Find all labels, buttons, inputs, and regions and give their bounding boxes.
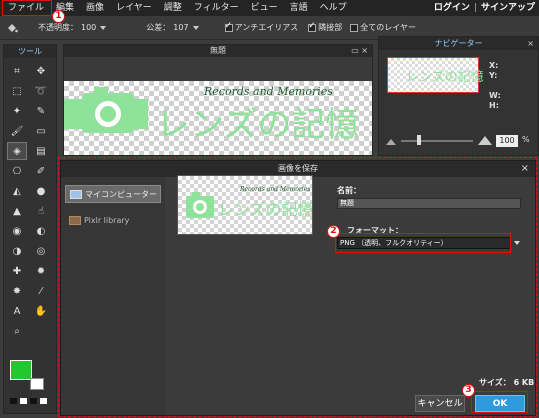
step-marker-2: 2 [327, 225, 340, 238]
navigator-y: Y: [489, 71, 498, 80]
lasso-icon[interactable]: ➰ [31, 82, 51, 100]
crop-icon[interactable]: ⌗ [7, 62, 27, 80]
navigator-w: W: [489, 91, 501, 100]
navigator-thumb-text: レンズの記憶 [406, 70, 484, 85]
background-color-swatch[interactable] [30, 378, 44, 390]
menu-help[interactable]: ヘルプ [314, 0, 353, 16]
signup-link[interactable]: サインアップ [481, 3, 535, 13]
account-links: ログイン | サインアップ [434, 0, 535, 16]
document-canvas[interactable]: Records and Memories レンズの記憶 [64, 81, 372, 155]
highlight-save-dialog [58, 157, 537, 417]
bucket-icon [8, 23, 18, 32]
logo-main-text: レンズの記憶 [156, 105, 360, 145]
tools-title: ツール [4, 45, 56, 58]
reset-colors-black[interactable] [30, 398, 37, 404]
foreground-color-swatch[interactable] [10, 360, 32, 380]
move-icon[interactable]: ✥ [31, 62, 51, 80]
type-icon[interactable]: A [7, 302, 27, 320]
highlight-format-select [335, 233, 511, 253]
brush-icon[interactable]: 🖌 [7, 122, 27, 140]
smudge-icon[interactable]: ☝ [31, 202, 51, 220]
zoom-in-icon[interactable] [477, 134, 493, 146]
stamp-icon[interactable]: ⎔ [7, 162, 27, 180]
menu-adjust[interactable]: 調整 [158, 0, 188, 16]
document-window: 無題 ▭ × Records and Memories レンズの記憶 [63, 44, 373, 156]
step-marker-3: 3 [462, 384, 475, 397]
blur-icon[interactable]: ● [31, 182, 51, 200]
wand-icon[interactable]: ✦ [7, 102, 27, 120]
contiguous-checkbox[interactable] [308, 21, 317, 32]
tools-panel: ツール ⌗ ✥ ⬚ ➰ ✦ ✎ 🖌 ▭ ◈ ▤ ⎔ ✐ ◭ ● ▲ ☝ ◉ ◐ ◑ ◎ ✚ ✹ ✸ ⁄ A ✋ ⌕ [3, 44, 57, 414]
colorreplace-icon[interactable]: ✐ [31, 162, 51, 180]
swap-colors-white[interactable] [20, 398, 27, 404]
tolerance-control[interactable]: 公差： 107 [146, 22, 199, 33]
swap-colors-black[interactable] [10, 398, 17, 404]
bloat-icon[interactable]: ✹ [31, 262, 51, 280]
all-layers-label: 全てのレイヤー [360, 23, 417, 32]
tolerance-label: 公差： [146, 23, 171, 32]
zoom-unit: % [522, 135, 530, 144]
navigator-zoom-bar: 100 % [379, 133, 538, 149]
menu-view[interactable]: ビュー [245, 0, 284, 16]
burn-icon[interactable]: ◑ [7, 242, 27, 260]
navigator-title: ナビゲーター [434, 39, 483, 48]
tolerance-value[interactable]: 107 [173, 23, 188, 32]
highlight-file-menu [2, 0, 52, 16]
menu-filter[interactable]: フィルター [188, 0, 245, 16]
all-layers-option[interactable]: 全てのレイヤー [350, 22, 416, 33]
tool-grid: ⌗ ✥ ⬚ ➰ ✦ ✎ 🖌 ▭ ◈ ▤ ⎔ ✐ ◭ ● ▲ ☝ ◉ ◐ ◑ ◎ ✚ ✹ ✸ ⁄ A ✋ ⌕ [4, 58, 56, 344]
eraser-icon[interactable]: ▭ [31, 122, 51, 140]
antialias-label: アンチエイリアス [234, 23, 299, 32]
reset-colors-white[interactable] [40, 398, 47, 404]
spot-heal-icon[interactable]: ✚ [7, 262, 27, 280]
opacity-value[interactable]: 100 [81, 23, 96, 32]
contiguous-option[interactable]: 隣接部 [308, 21, 343, 33]
zoom-icon[interactable]: ⌕ [7, 322, 27, 340]
chevron-down-icon[interactable] [100, 25, 107, 30]
sharpen-icon[interactable]: ▲ [7, 202, 27, 220]
login-link[interactable]: ログイン [434, 3, 470, 13]
zoom-slider-handle[interactable] [417, 135, 421, 145]
drawing-icon[interactable]: ◭ [7, 182, 27, 200]
menu-bar: ファイル 編集 画像 レイヤー 調整 フィルター ビュー 言語 ヘルプ ログイン… [0, 0, 539, 16]
chevron-down-icon[interactable] [192, 25, 199, 30]
contiguous-label: 隣接部 [318, 23, 343, 32]
antialias-option[interactable]: アンチエイリアス [224, 21, 299, 33]
antialias-checkbox[interactable] [224, 21, 233, 32]
zoom-out-icon[interactable] [385, 136, 397, 146]
maximize-close-icon[interactable]: ▭ × [351, 45, 368, 57]
pinch-icon[interactable]: ✸ [7, 282, 27, 300]
zoom-input[interactable]: 100 [496, 135, 518, 147]
highlight-ok-button [471, 391, 528, 413]
close-icon[interactable]: × [527, 37, 534, 50]
menu-image[interactable]: 画像 [80, 0, 110, 16]
opacity-label: 不透明度： [38, 23, 78, 32]
pencil-icon[interactable]: ✎ [31, 102, 51, 120]
document-titlebar: 無題 ▭ × [64, 45, 372, 57]
menu-language[interactable]: 言語 [284, 0, 314, 16]
bucket-icon[interactable]: ◈ [7, 142, 27, 160]
navigator-thumbnail[interactable]: レンズの記憶 [387, 57, 484, 93]
step-marker-1: 1 [52, 10, 65, 23]
zoom-slider-track[interactable] [401, 140, 473, 142]
navigator-h: H: [489, 101, 499, 110]
account-separator: | [473, 3, 477, 13]
navigator-panel: ナビゲーター × レンズの記憶 X: Y: W: H: 100 % [378, 36, 539, 156]
menu-layer[interactable]: レイヤー [110, 0, 158, 16]
redeye-icon[interactable]: ◎ [31, 242, 51, 260]
hand-icon[interactable]: ✋ [31, 302, 51, 320]
navigator-x: X: [489, 61, 499, 70]
sponge-icon[interactable]: ◉ [7, 222, 27, 240]
gradient-icon[interactable]: ▤ [31, 142, 51, 160]
all-layers-checkbox[interactable] [350, 23, 359, 32]
opacity-control[interactable]: 不透明度： 100 [38, 22, 107, 33]
marquee-icon[interactable]: ⬚ [7, 82, 27, 100]
navigator-titlebar: ナビゲーター × [379, 37, 538, 50]
bucket-tool-indicator [6, 22, 18, 34]
picker-icon[interactable]: ⁄ [31, 282, 51, 300]
dodge-icon[interactable]: ◐ [31, 222, 51, 240]
document-title: 無題 [210, 46, 226, 55]
